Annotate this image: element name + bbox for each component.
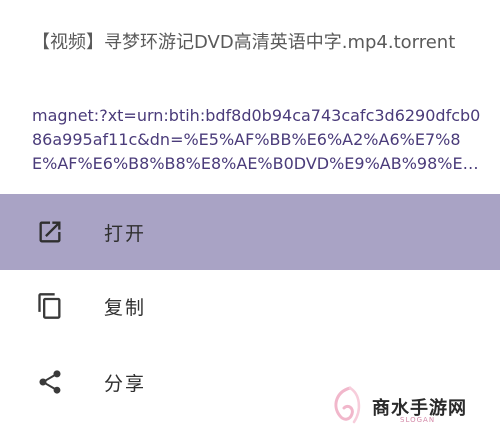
menu-item-label-open: 打开: [104, 222, 147, 245]
share-icon: [34, 366, 66, 398]
watermark-logo-icon: [328, 384, 368, 430]
menu-item-open[interactable]: 打开: [0, 194, 500, 270]
open-in-new-icon: [34, 216, 66, 248]
magnet-link-text: magnet:?xt=urn:btih:bdf8d0b94ca743cafc3d…: [32, 106, 481, 173]
menu-item-label-copy: 复制: [104, 296, 147, 319]
menu-item-label-share: 分享: [104, 372, 147, 395]
magnet-link: magnet:?xt=urn:btih:bdf8d0b94ca743cafc3d…: [32, 104, 482, 176]
menu-item-copy[interactable]: 复制: [0, 268, 500, 344]
site-watermark: 商水手游网 SLOGAN: [328, 384, 498, 432]
watermark-subtext: SLOGAN: [400, 416, 436, 424]
copy-icon: [34, 290, 66, 322]
torrent-filename: 【视频】寻梦环游记DVD高清英语中字.mp4.torrent: [32, 32, 456, 53]
